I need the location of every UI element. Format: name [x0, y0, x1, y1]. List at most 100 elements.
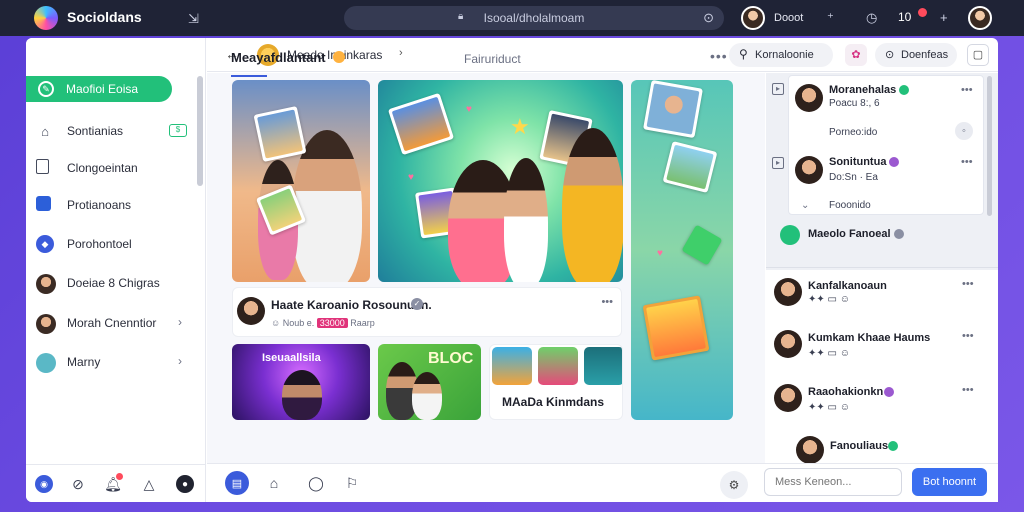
user-name[interactable]: Dooot [774, 12, 803, 24]
right-panel-scrollbar[interactable] [987, 76, 992, 216]
more-options-icon[interactable]: ••• [601, 296, 613, 308]
more-options-icon[interactable]: ••• [961, 156, 973, 168]
gift-icon[interactable]: ✿ [845, 44, 867, 66]
profile-avatar[interactable] [968, 6, 992, 30]
post-meta-suffix: Raarp [350, 318, 375, 328]
address-bar[interactable]: 🔒︎ Isooal/dholalmoam ⊙ [344, 6, 724, 30]
home-icon[interactable]: ⌂ [263, 472, 285, 494]
sidebar-item-programs[interactable]: Protianoans [26, 190, 206, 220]
avatar[interactable] [774, 384, 802, 412]
avatar[interactable] [774, 330, 802, 358]
group-icon [780, 225, 800, 245]
user-name[interactable]: Sonituntua [829, 156, 886, 168]
post-meta-highlight: 33000 [316, 318, 348, 328]
plus-icon[interactable]: + [940, 10, 948, 25]
collapse-icon[interactable]: ⇲ [188, 11, 199, 27]
user-meta: Porneo:ido [829, 127, 878, 138]
more-icon[interactable]: ⁺ [827, 10, 834, 26]
flag-icon[interactable]: ⚐ [341, 472, 363, 494]
sidebar-item-contacts[interactable]: Morah Cnenntior › [26, 308, 206, 338]
star-icon: ★ [510, 114, 530, 139]
avatar[interactable] [795, 156, 823, 184]
person-figure [504, 158, 548, 282]
clock-icon[interactable]: ◷ [866, 10, 877, 26]
filter-chip[interactable]: ⊙ Doenfeas [875, 43, 957, 67]
tab-secondary[interactable]: Fairuriduct [464, 52, 521, 66]
filter-icon: ⊙ [885, 49, 895, 61]
sidebar-item-profile[interactable]: Doeiae 8 Chigras [26, 268, 206, 298]
compass-icon[interactable]: ⊘ [69, 475, 87, 493]
active-tab-indicator [231, 75, 267, 77]
sidebar-primary-button[interactable]: ✎ Maofioi Eoisa [26, 76, 172, 102]
user-name[interactable]: Moranehalas [829, 84, 896, 96]
notification-count[interactable]: 10 [898, 10, 911, 24]
photo-card [387, 92, 455, 156]
settings-icon[interactable]: ⚙ [720, 471, 748, 499]
heart-icon: ♥ [657, 248, 663, 259]
post-author[interactable]: Haate Karoanio Rosounuan. [271, 298, 432, 312]
photo-card [643, 80, 703, 139]
chevron-right-icon[interactable]: › [399, 47, 403, 59]
app-logo[interactable] [34, 6, 58, 30]
post-card[interactable]: Haate Karoanio Rosounuan. ✓ ☺ Noub e. 33… [232, 287, 622, 337]
search-label: Kornaloonie [755, 49, 814, 61]
avatar[interactable] [796, 436, 824, 464]
bottom-bar: ▤ ⌂ ◯ ⚐ ⚙ Bot hoonnt [207, 463, 998, 502]
user-name[interactable]: Kumkam Khaae Haums [808, 332, 930, 344]
user-name[interactable]: Fanouliaus [830, 440, 888, 452]
document-icon[interactable]: ▤ [225, 471, 249, 495]
globe-icon[interactable]: ◉ [35, 475, 53, 493]
sidebar-item-home[interactable]: ⌂ Sontianias $ [26, 116, 206, 146]
sidebar-scrollbar[interactable] [197, 76, 203, 186]
filter-chip-label: Doenfeas [901, 49, 949, 61]
reload-icon[interactable]: ⊙ [703, 10, 714, 26]
media-tile[interactable]: Iseuaallsila [232, 344, 370, 420]
window-icon[interactable]: ▢ [967, 44, 989, 66]
status-icon [884, 387, 894, 397]
sidebar-item-protection[interactable]: ◆ Porohontoel [26, 229, 206, 259]
send-button[interactable]: Bot hoonnt [912, 468, 987, 496]
expand-icon[interactable]: ▸ [772, 83, 784, 95]
avatar[interactable] [237, 297, 265, 325]
media-tile[interactable]: MAaDa Kinmdans [489, 344, 623, 420]
user-icon[interactable]: ● [176, 475, 194, 493]
media-tile[interactable]: BLOC [378, 344, 481, 420]
app-title: Socioldans [67, 9, 142, 25]
expand-icon[interactable]: ▸ [772, 157, 784, 169]
person-figure [412, 372, 442, 420]
toggle-icon[interactable]: ◦ [955, 122, 973, 140]
user-name[interactable]: Raaohakionkn [808, 386, 883, 398]
emoji-icon: ☺ [271, 318, 283, 328]
reaction-row: ✦✦ ▭ ☺ [808, 402, 850, 413]
more-options-icon[interactable]: ••• [961, 84, 973, 96]
sidebar-item-documents[interactable]: Clongoeintan [26, 153, 206, 183]
avatar[interactable] [795, 84, 823, 112]
feed-photo[interactable] [232, 80, 370, 282]
triangle-icon[interactable]: △ [140, 475, 158, 493]
more-options-icon[interactable]: ••• [962, 384, 974, 396]
document-icon [36, 159, 49, 174]
sidebar-bottom-bar: ◉ ⊘ 🔔︎ △ ● [26, 464, 206, 502]
chat-icon[interactable]: ◯ [305, 472, 327, 494]
group-name[interactable]: Maeolo Fanoeal [808, 228, 891, 240]
message-input[interactable] [764, 468, 902, 496]
search-button[interactable]: ⚲ Kornaloonie [729, 43, 833, 67]
avatar[interactable] [741, 6, 765, 30]
chevron-right-icon: › [178, 354, 182, 368]
thumbnail [584, 347, 622, 385]
user-name[interactable]: Kanfalkanoaun [808, 280, 887, 292]
sidebar-item-more[interactable]: Marny › [26, 347, 206, 377]
more-options-icon[interactable]: ••• [962, 330, 974, 342]
more-options-icon[interactable]: ••• [962, 278, 974, 290]
compose-icon: ✎ [38, 81, 54, 97]
feed-photo-featured[interactable]: ★ ♥ ♥ [378, 80, 623, 282]
feed-photo-collage[interactable]: ♥ [631, 80, 733, 420]
chevron-down-icon[interactable]: ⌄ [801, 200, 809, 211]
post-meta: ☺ Noub e. 33000 Raarp [271, 318, 375, 328]
more-options-icon[interactable]: ••• [710, 48, 728, 64]
avatar[interactable] [774, 278, 802, 306]
status-icon [889, 157, 899, 167]
user-meta: Poacu 8:, 6 [829, 98, 880, 109]
verified-icon [894, 229, 904, 239]
tile-title: BLOC [428, 350, 474, 367]
